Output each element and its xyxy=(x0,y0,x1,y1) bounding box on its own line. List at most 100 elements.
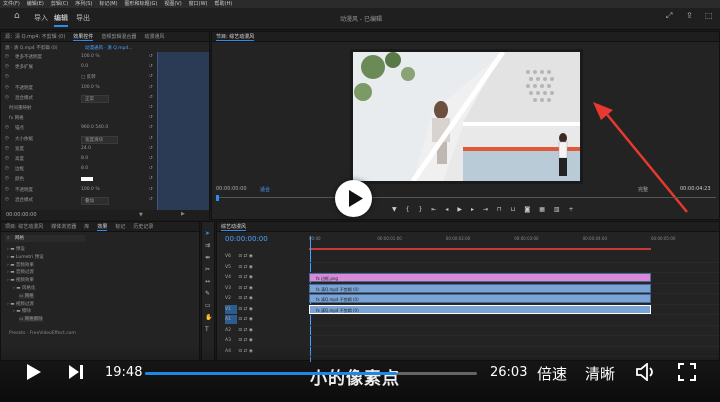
go-to-out-icon[interactable]: ⇥ xyxy=(483,206,497,213)
track-header[interactable]: A3 ⊡ ⇄ ◉ xyxy=(225,336,309,345)
player-play-icon[interactable] xyxy=(26,363,42,381)
player-progress-track[interactable] xyxy=(145,372,477,375)
track-header[interactable]: V4 ⊡ ⇄ ◉ xyxy=(225,273,309,282)
extract-icon[interactable]: ⊔ xyxy=(511,206,525,213)
track-toggle-icons[interactable]: ⊡ ⇄ ◉ xyxy=(237,296,252,301)
reset-parameter-icon[interactable]: ↺ xyxy=(149,125,153,130)
menu-item[interactable]: 帮助(H) xyxy=(215,0,233,8)
track-header[interactable]: V3 ⊡ ⇄ ◉ xyxy=(225,284,309,293)
comparison-icon[interactable]: ▥ xyxy=(554,206,569,213)
track-toggle-icons[interactable]: ⊡ ⇄ ◉ xyxy=(237,328,252,333)
track-header[interactable]: V1 ⊡ ⇄ ◉ xyxy=(225,304,309,314)
menu-item[interactable]: 标记(M) xyxy=(99,0,117,8)
track-header[interactable]: V2 ⊡ ⇄ ◉ xyxy=(225,294,309,303)
program-scrub-bar[interactable] xyxy=(216,197,716,198)
work-area-bar[interactable] xyxy=(309,248,651,250)
timeline-clip[interactable]: fx 清Q.mp4 不剪辑 (0) xyxy=(309,304,651,314)
reset-parameter-icon[interactable]: ↺ xyxy=(149,85,153,90)
workspace-tab-import[interactable]: 导入 xyxy=(34,13,48,23)
effect-property-value[interactable]: 24.0 xyxy=(81,146,91,151)
reset-parameter-icon[interactable]: ↺ xyxy=(149,95,153,100)
quality-button[interactable]: 清晰 xyxy=(585,363,615,384)
reset-parameter-icon[interactable]: ↺ xyxy=(149,64,153,69)
maximize-icon[interactable]: ⬚ xyxy=(705,11,713,20)
reset-parameter-icon[interactable]: ↺ xyxy=(149,146,153,151)
menu-item[interactable]: 窗口(W) xyxy=(189,0,208,8)
effects-search-input[interactable]: 网格 xyxy=(5,235,85,242)
rectangle-tool-icon[interactable]: ▭ xyxy=(205,302,211,309)
stopwatch-icon[interactable]: ◷ xyxy=(5,187,9,192)
step-back-icon[interactable]: ◂ xyxy=(445,206,457,213)
effect-property-value[interactable]: 8.0 xyxy=(81,166,88,171)
time-ruler[interactable]: 00:00 00:00:01:00 00:00:02:00 00:00:03:00 00… xyxy=(309,236,719,246)
project-tab[interactable]: 库 xyxy=(84,222,89,231)
filter-icon[interactable]: ▼ xyxy=(139,212,143,218)
track-header[interactable]: A2 ⊡ ⇄ ◉ xyxy=(225,326,309,335)
effects-tree-item[interactable]: › ▬ 音频效果 xyxy=(7,262,34,268)
effects-tree-item[interactable]: ▭ 网格 xyxy=(19,292,34,299)
stopwatch-icon[interactable]: ◷ xyxy=(5,176,9,181)
reset-parameter-icon[interactable]: ↺ xyxy=(149,54,153,59)
timeline-clip[interactable]: fx 清Q.mp4 不剪辑 (0) xyxy=(309,283,651,293)
tab-effect-controls[interactable]: 效果控件 xyxy=(73,32,94,41)
reset-parameter-icon[interactable]: ↺ xyxy=(149,74,153,79)
effect-property-value[interactable]: 8.0 xyxy=(81,156,88,161)
effects-tree-item[interactable]: › ▬ 预设 xyxy=(7,246,25,252)
track-toggle-icons[interactable]: ⊡ ⇄ ◉ xyxy=(237,265,252,270)
stopwatch-icon[interactable]: ◷ xyxy=(5,74,9,79)
fullscreen-icon[interactable]: ⤢ xyxy=(666,11,672,21)
menu-item[interactable]: 视图(V) xyxy=(164,0,181,8)
effect-property-value[interactable]: 100.0 % xyxy=(81,187,100,192)
track-header[interactable]: V6 ⊡ ⇄ ◉ xyxy=(225,252,309,261)
effect-property-value[interactable]: 100.0 % xyxy=(81,54,100,59)
timeline-clip[interactable]: fx 边框.png xyxy=(309,273,651,282)
step-forward-icon[interactable]: ▸ xyxy=(471,206,483,213)
razor-tool-icon[interactable]: ✂ xyxy=(205,266,210,273)
lift-icon[interactable]: ⊓ xyxy=(497,206,511,213)
tab-program[interactable]: 节目: 综艺动漫风 xyxy=(216,32,255,41)
stopwatch-icon[interactable]: ◷ xyxy=(5,166,9,171)
menu-item[interactable]: 文件(F) xyxy=(3,0,20,8)
project-tab[interactable]: 媒体浏览器 xyxy=(51,222,76,231)
bracket-in-icon[interactable]: { xyxy=(406,206,419,213)
effects-tree-item[interactable]: › ▬ 视频过渡 xyxy=(7,301,34,307)
tab-source[interactable]: 源：清 Q.mp4: 不剪辑 (0) xyxy=(5,32,65,41)
effects-tree-item[interactable]: › ▬ 音频过渡 xyxy=(7,269,34,275)
fullscreen-icon[interactable] xyxy=(678,363,696,381)
reset-parameter-icon[interactable]: ↺ xyxy=(149,115,153,120)
track-toggle-icons[interactable]: ⊡ ⇄ ◉ xyxy=(237,317,252,322)
settings-icon[interactable]: ▦ xyxy=(539,206,554,213)
video-frame[interactable] xyxy=(350,49,583,184)
bracket-out-icon[interactable]: } xyxy=(418,206,431,213)
workspace-tab-edit[interactable]: 编辑 xyxy=(54,13,68,27)
color-swatch[interactable] xyxy=(81,177,93,182)
reset-parameter-icon[interactable]: ↺ xyxy=(149,136,153,141)
effects-tree-item[interactable]: ▭ 网格擦除 xyxy=(19,316,43,323)
quality-dropdown[interactable]: 完整 xyxy=(638,186,648,193)
track-toggle-icons[interactable]: ⊡ ⇄ ◉ xyxy=(237,275,252,280)
play-only-audio-icon[interactable]: ▶ xyxy=(181,211,185,217)
project-tab[interactable]: 效果 xyxy=(97,222,108,231)
go-to-in-icon[interactable]: ⇤ xyxy=(431,206,445,213)
reset-parameter-icon[interactable]: ↺ xyxy=(149,105,153,110)
speed-button[interactable]: 倍速 xyxy=(537,363,567,384)
next-episode-icon[interactable] xyxy=(68,364,84,380)
reset-parameter-icon[interactable]: ↺ xyxy=(149,156,153,161)
center-play-button[interactable] xyxy=(335,180,372,217)
track-toggle-icons[interactable]: ⊡ ⇄ ◉ xyxy=(237,307,252,312)
menu-item[interactable]: 图形和标题(G) xyxy=(125,0,158,8)
effects-tree-item[interactable]: › ▬ 擦除 xyxy=(13,308,31,314)
timeline-timecode[interactable]: 00:00:00:00 xyxy=(225,235,268,243)
effect-property-value[interactable]: 100.0 % xyxy=(81,85,100,90)
project-tab[interactable]: 项目: 综艺动漫风 xyxy=(5,222,43,231)
reset-parameter-icon[interactable]: ↺ xyxy=(149,197,153,202)
effects-tree-item[interactable]: › ▬ 视频效果 xyxy=(7,277,34,283)
effect-property-value[interactable]: 宽度滑块 xyxy=(81,135,118,144)
menu-item[interactable]: 编辑(E) xyxy=(27,0,44,8)
reset-parameter-icon[interactable]: ↺ xyxy=(149,166,153,171)
project-tab[interactable]: 历史记录 xyxy=(133,222,153,231)
fit-dropdown[interactable]: 适合 xyxy=(260,186,270,193)
add-button-icon[interactable]: + xyxy=(569,206,583,213)
project-tab[interactable]: 标记 xyxy=(115,222,125,231)
play-icon[interactable]: ▶ xyxy=(457,206,471,213)
